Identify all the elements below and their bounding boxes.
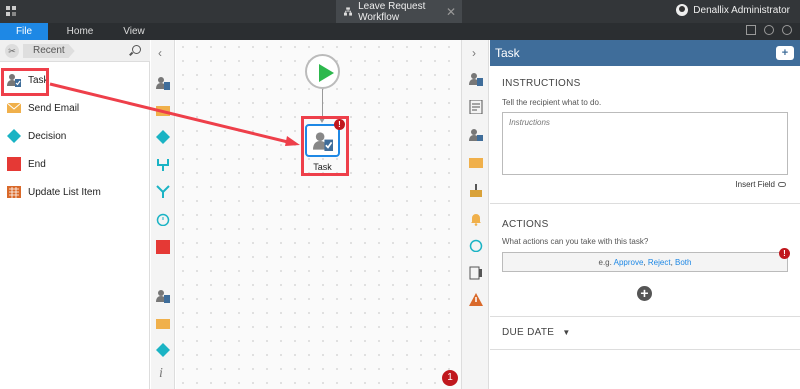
action-example-both[interactable]: Both [675,258,691,267]
recent-filter[interactable]: Recent [23,44,75,58]
shape-palette: ‹ i [151,40,175,389]
instructions-input[interactable] [502,112,788,175]
user-avatar-icon [676,4,689,16]
chevron-down-icon: ▼ [562,328,571,337]
start-node[interactable] [305,54,340,89]
divider [490,203,800,204]
toolbox-item-decision[interactable]: Decision [0,126,150,146]
toolbox-item-label: Decision [28,130,67,142]
expand-right-icon[interactable]: › [472,46,476,60]
properties-title: Task [495,46,520,60]
merge-icon[interactable] [156,185,170,199]
highlight-canvas-task [301,116,349,176]
tab-file[interactable]: File [0,23,48,40]
toolbox-item-end[interactable]: End [0,154,150,174]
bell-icon[interactable] [469,212,483,226]
decision-diamond-icon[interactable] [156,343,170,357]
actions-heading: ACTIONS [502,219,549,230]
timer-icon[interactable] [469,238,483,252]
user-menu[interactable]: Denallix Administrator [676,4,790,16]
document-title: Leave Request Workflow [358,0,426,23]
email-icon[interactable] [156,104,170,118]
document-tab[interactable]: Leave Request Workflow ✕ [336,0,462,23]
close-tab-icon[interactable]: ✕ [446,5,456,19]
actions-error-badge[interactable]: ! [779,248,790,259]
branch-icon[interactable] [156,158,170,172]
email-icon[interactable] [469,156,483,170]
action-example-approve[interactable]: Approve [614,258,644,267]
form-icon[interactable] [469,100,483,114]
app-launcher-icon[interactable] [6,6,16,16]
list-item-icon [7,186,21,198]
user-name: Denallix Administrator [693,4,790,16]
task-user-icon[interactable] [469,72,483,86]
add-section-button[interactable]: + [776,46,794,60]
ribbon: File Home View [0,23,800,40]
toolbox-item-update-list-item[interactable]: Update List Item [0,182,150,202]
recipients-icon[interactable] [469,128,483,142]
actions-prefix: e.g. [598,258,612,267]
task-user-icon[interactable] [156,289,170,303]
property-tabs: › [461,40,489,389]
decision-diamond-icon[interactable] [156,130,170,144]
insert-field-button[interactable]: Insert Field [735,180,786,189]
workflow-icon [344,7,353,16]
instructions-subtitle: Tell the recipient what to do. [502,98,602,107]
toolbox-item-label: Send Email [28,102,80,114]
search-icon[interactable] [132,45,141,54]
info-icon[interactable]: i [159,366,163,382]
toolbox-filter-bar: ✂ Recent [0,40,150,62]
instructions-heading: INSTRUCTIONS [502,78,581,89]
workflow-canvas[interactable] [176,40,461,389]
highlight-toolbox-task [1,68,49,96]
insert-field-label: Insert Field [735,180,775,189]
error-count-badge[interactable]: 1 [442,370,458,386]
end-square-icon [7,157,21,171]
task-user-icon[interactable] [156,76,170,90]
add-action-button[interactable]: + [637,286,652,301]
actions-input[interactable]: e.g. Approve, Reject, Both [502,252,788,272]
toolbox-item-send-email[interactable]: Send Email [0,98,150,118]
toolbox-item-label: End [28,158,46,170]
decision-diamond-icon [7,129,21,143]
toolbox-item-label: Update List Item [28,186,101,198]
email-icon[interactable] [156,317,170,331]
due-date-label: DUE DATE [502,327,555,338]
collapse-left-icon[interactable]: ‹ [158,46,162,60]
action-example-reject[interactable]: Reject [648,258,671,267]
tab-home[interactable]: Home [58,23,102,40]
divider [490,316,800,317]
due-date-heading[interactable]: DUE DATE ▼ [502,327,571,338]
undo-icon[interactable] [764,25,774,35]
end-square-icon[interactable] [156,240,170,254]
actions-subtitle: What actions can you take with this task… [502,237,649,246]
device-icon[interactable] [469,266,483,280]
email-icon [7,102,21,113]
title-bar: Leave Request Workflow ✕ Denallix Admini… [0,0,800,23]
tab-view[interactable]: View [114,23,154,40]
divider [490,349,800,350]
warning-icon[interactable] [469,293,483,307]
toggle-icon [778,182,786,187]
timer-icon[interactable] [156,212,170,226]
tools-icon[interactable]: ✂ [5,44,19,58]
properties-panel: Task + INSTRUCTIONS Tell the recipient w… [490,40,800,389]
inbox-icon[interactable] [469,184,483,198]
collapse-icon[interactable] [746,25,756,35]
redo-icon[interactable] [782,25,792,35]
properties-header: Task + [490,40,800,66]
